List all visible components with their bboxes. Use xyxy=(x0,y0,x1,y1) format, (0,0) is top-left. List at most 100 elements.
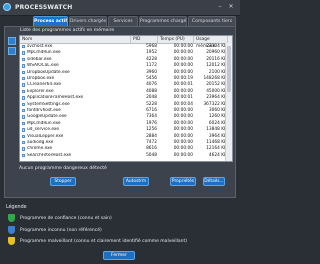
list-view-icon[interactable] xyxy=(8,37,16,45)
process-memory: 1260 KB xyxy=(208,114,227,120)
table-row[interactable]: GoogleUpdate.exe 7364 00:00:00 1260 KB xyxy=(20,114,232,120)
process-icon xyxy=(22,57,26,62)
process-name: ud_service.exe xyxy=(27,127,59,133)
process-pid: 1256 xyxy=(146,127,157,133)
process-time: 00:00:19 xyxy=(173,76,193,81)
refresh-icon[interactable] xyxy=(8,47,16,55)
autostrm-button[interactable]: Autostrm xyxy=(123,177,149,186)
process-memory: 6024 KB xyxy=(208,120,227,126)
process-memory: 45000 KB xyxy=(206,88,227,94)
table-row[interactable]: ud_service.exe 1256 00:00:00 13848 KB xyxy=(20,127,232,133)
table-row[interactable]: CCleaner64.exe 4076 00:00:01 20152 KB xyxy=(20,82,232,88)
process-name: MpCmdRun.exe xyxy=(27,120,61,126)
process-icon xyxy=(22,89,26,94)
table-row[interactable]: sidebar.exe 4228 00:00:00 20116 KB xyxy=(20,56,232,63)
legend-title: Légende xyxy=(6,205,27,210)
table-row[interactable]: MpCmdRun.exe 1976 00:00:00 6024 KB xyxy=(20,120,232,127)
table-row[interactable]: ApplicationFrameHost.exe 2048 00:00:01 2396… xyxy=(20,95,232,101)
process-time: 00:00:00 xyxy=(173,133,193,139)
process-memory: 11468 KB xyxy=(206,140,227,145)
col-pid[interactable]: PID xyxy=(131,36,158,43)
process-name: chrome.exe xyxy=(27,146,53,152)
process-pid: 7472 xyxy=(146,140,157,145)
process-pid: 5048 xyxy=(146,152,157,158)
process-name: sidebar.exe xyxy=(27,56,52,62)
scrollbar-thumb[interactable] xyxy=(227,46,231,92)
legend-item-malicious: Programme malveillant (connu et claireme… xyxy=(8,237,238,246)
table-row[interactable]: chrome.exe 8616 00:00:00 12164 KB xyxy=(20,146,232,152)
process-icon xyxy=(22,141,26,145)
process-memory: 2100 KB xyxy=(208,69,227,75)
process-time: 00:00:00 xyxy=(173,88,193,94)
table-row[interactable]: SystemSettings.exe 5228 00:00:04 367322 KB xyxy=(20,101,232,108)
legend-label: Programme malveillant (connu et claireme… xyxy=(20,238,188,244)
list-scrollbar[interactable] xyxy=(225,43,232,161)
process-icon xyxy=(22,83,26,87)
minimize-icon[interactable]: – xyxy=(217,4,223,10)
process-name: SearchFilterHost.exe xyxy=(27,152,72,158)
process-list[interactable]: Nom PID Temps (PU) Usage mémoire svchost… xyxy=(19,35,233,162)
tab-composants-tiers[interactable]: Composants tiers xyxy=(188,16,236,26)
process-memory: 23304 KB xyxy=(206,44,227,49)
process-name: SystemSettings.exe xyxy=(27,101,70,107)
shield-yellow-icon xyxy=(8,237,15,245)
table-row[interactable]: Dropbox.exe 5456 00:00:19 148268 KB xyxy=(20,76,232,82)
window-title: PROCESSWATCH xyxy=(15,4,73,11)
tab-programmes-charges[interactable]: Programmes chargés xyxy=(139,16,187,26)
table-row[interactable]: Explorer.exe 4088 00:00:00 45000 KB xyxy=(20,88,232,95)
tab-services[interactable]: Services xyxy=(108,16,138,26)
process-name: svchost.exe xyxy=(27,44,53,49)
table-row[interactable]: WSAIOCaL.exe 1172 00:00:00 12012 KB xyxy=(20,63,232,69)
process-memory: 12164 KB xyxy=(206,146,227,152)
properties-button[interactable]: Propriétés xyxy=(170,177,196,186)
table-row[interactable]: DropboxUpdate.exe 3960 00:00:00 2100 KB xyxy=(20,69,232,76)
process-icon xyxy=(22,109,26,113)
process-name: MpCmdRun.exe xyxy=(27,50,61,56)
process-time: 00:00:00 xyxy=(173,120,193,126)
process-name: WSAIOCaL.exe xyxy=(27,63,59,69)
process-time: 00:00:00 xyxy=(173,140,193,145)
process-name: GoogleUpdate.exe xyxy=(27,114,67,120)
process-name: DropboxUpdate.exe xyxy=(27,69,70,75)
process-pid: 5456 xyxy=(146,76,157,81)
table-row[interactable]: MpCmdRun.exe 1952 00:00:00 20960 KB xyxy=(20,50,232,56)
process-name: CCleaner64.exe xyxy=(27,82,62,88)
tab-drivers-charges[interactable]: Drivers chargés xyxy=(69,16,107,26)
app-logo-icon xyxy=(3,3,11,11)
process-name: Explorer.exe xyxy=(27,88,54,94)
process-pid: 7364 xyxy=(146,114,157,120)
list-header: Nom PID Temps (PU) Usage mémoire xyxy=(20,36,232,49)
no-danger-status: Aucun programme dangereux détecté xyxy=(19,166,107,171)
table-row[interactable]: VisualLepper.exe 2884 00:00:00 3964 KB xyxy=(20,133,232,140)
stop-button[interactable]: Stopper xyxy=(50,177,76,186)
process-icon xyxy=(22,102,26,106)
details-button[interactable]: Détails... xyxy=(203,177,225,186)
col-memory[interactable]: Usage mémoire xyxy=(194,36,228,49)
process-time: 00:00:00 xyxy=(173,127,193,133)
legend-item-unknown: Programme inconnu (non référencé) xyxy=(8,226,238,235)
table-row[interactable]: SearchFilterHost.exe 5048 00:00:00 4624 KB xyxy=(20,152,232,159)
process-name: fontdrvhost.exe xyxy=(27,108,61,113)
close-button[interactable]: Fermer xyxy=(103,251,135,260)
process-icon xyxy=(22,64,26,68)
process-time: 00:00:01 xyxy=(173,82,193,88)
process-icon xyxy=(22,77,26,81)
process-icon xyxy=(22,147,26,151)
process-pid: 1172 xyxy=(146,63,157,69)
process-memory: 12012 KB xyxy=(206,63,227,69)
process-time: 00:00:00 xyxy=(173,69,193,75)
col-name[interactable]: Nom xyxy=(20,36,131,43)
process-memory: 23964 KB xyxy=(206,95,227,101)
close-icon[interactable]: ✕ xyxy=(228,4,234,10)
title-bar: PROCESSWATCH – ✕ xyxy=(0,0,240,16)
process-time: 00:00:01 xyxy=(173,95,193,101)
process-memory: 20116 KB xyxy=(206,56,227,62)
table-row[interactable]: fontdrvhost.exe 6716 00:00:00 3060 KB xyxy=(20,108,232,114)
col-time[interactable]: Temps (PU) xyxy=(158,36,194,43)
process-name: VisualLepper.exe xyxy=(27,133,64,139)
process-icon xyxy=(22,153,26,158)
process-time: 00:00:00 xyxy=(173,63,193,69)
table-row[interactable]: audiodg.exe 7472 00:00:00 11468 KB xyxy=(20,140,232,146)
process-icon xyxy=(22,121,26,126)
table-row[interactable]: svchost.exe 5968 00:00:00 23304 KB xyxy=(20,44,232,50)
